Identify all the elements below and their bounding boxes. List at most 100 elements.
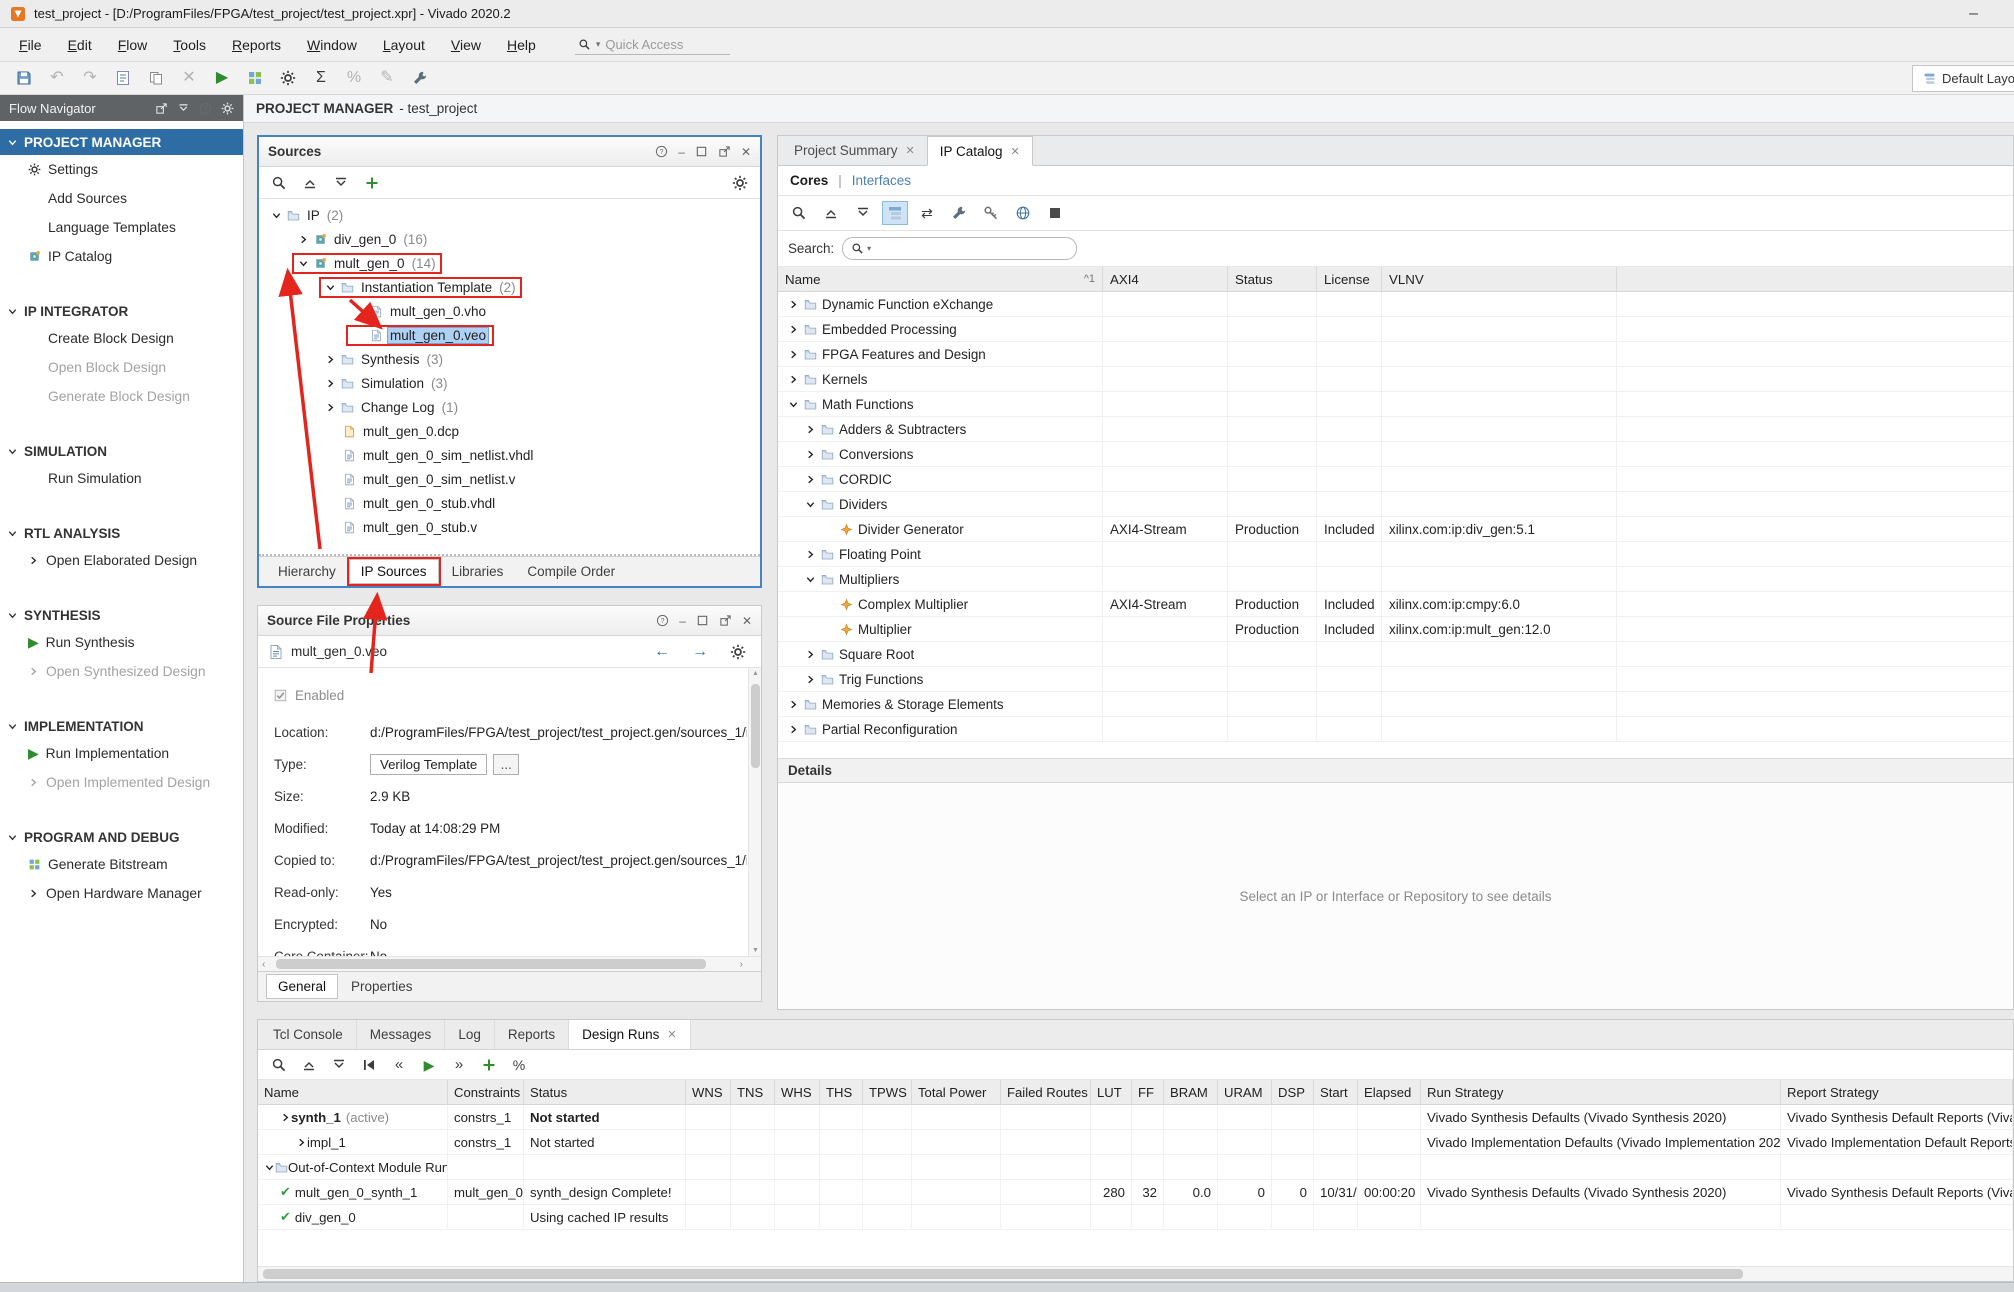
gear-button[interactable] — [276, 66, 300, 90]
gear-button[interactable] — [725, 640, 751, 664]
flow-item-run-simulation[interactable]: Run Simulation — [0, 464, 243, 493]
column-header-name[interactable]: Name — [258, 1080, 448, 1104]
minimize-icon[interactable]: – — [678, 145, 685, 159]
gear-button[interactable] — [727, 171, 753, 195]
menu-file[interactable]: File — [6, 32, 55, 58]
sum-button[interactable]: Σ — [309, 66, 333, 90]
edit-button[interactable]: ✎ — [375, 66, 399, 90]
vertical-scrollbar[interactable]: ▲ ▼ — [748, 668, 761, 956]
help-icon[interactable]: ? — [2005, 1020, 2013, 1049]
close-icon[interactable]: ✕ — [742, 614, 752, 628]
tree-item-simulation[interactable]: Simulation(3) — [259, 371, 760, 395]
tree-item-mult-gen-0-veo[interactable]: mult_gen_0.veo — [259, 323, 760, 347]
catalog-row-conversions[interactable]: Conversions — [778, 442, 2013, 467]
tree-item-change-log[interactable]: Change Log(1) — [259, 395, 760, 419]
catalog-row-embedded-processing[interactable]: Embedded Processing — [778, 317, 2013, 342]
flow-section-header-program-and-debug[interactable]: PROGRAM AND DEBUG — [0, 824, 243, 850]
catalog-row-partial-reconfiguration[interactable]: Partial Reconfiguration — [778, 717, 2013, 742]
run-row-div-gen-0[interactable]: ✔div_gen_0Using cached IP results — [258, 1205, 2013, 1230]
flow-item-ip-catalog[interactable]: IP Catalog — [0, 242, 243, 271]
float-icon[interactable] — [719, 614, 732, 627]
key-button[interactable] — [978, 201, 1004, 225]
flow-item-add-sources[interactable]: Add Sources — [0, 184, 243, 213]
column-header-ff[interactable]: FF — [1132, 1080, 1164, 1104]
catalog-row-kernels[interactable]: Kernels — [778, 367, 2013, 392]
flow-item-create-block-design[interactable]: Create Block Design — [0, 324, 243, 353]
expand-all-button[interactable] — [850, 201, 876, 225]
column-header-status[interactable]: Status — [524, 1080, 686, 1104]
help-icon[interactable]: ? — [199, 102, 212, 115]
scroll-left-icon[interactable]: ‹ — [262, 957, 265, 972]
catalog-row-floating-point[interactable]: Floating Point — [778, 542, 2013, 567]
tree-item-ip[interactable]: IP(2) — [259, 203, 760, 227]
catalog-row-dynamic-function-exchange[interactable]: Dynamic Function eXchange — [778, 292, 2013, 317]
stop-button[interactable] — [1042, 201, 1068, 225]
catalog-row-complex-multiplier[interactable]: Complex MultiplierAXI4-StreamProductionI… — [778, 592, 2013, 617]
column-header-total-power[interactable]: Total Power — [912, 1080, 1001, 1104]
maximize-icon[interactable] — [696, 614, 709, 627]
search-button[interactable] — [266, 171, 292, 195]
scrollbar-thumb[interactable] — [751, 684, 760, 768]
tree-item-mult-gen-0-vho[interactable]: mult_gen_0.vho — [259, 299, 760, 323]
forward-button[interactable]: → — [687, 640, 713, 664]
help-icon[interactable]: ? — [656, 614, 669, 627]
flow-item-settings[interactable]: Settings — [0, 155, 243, 184]
run-row-impl-1[interactable]: impl_1constrs_1Not startedVivado Impleme… — [258, 1130, 2013, 1155]
report-button[interactable] — [111, 66, 135, 90]
column-header-run-strategy[interactable]: Run Strategy — [1421, 1080, 1781, 1104]
run-row-out-of-context-module-runs[interactable]: Out-of-Context Module Runs — [258, 1155, 2013, 1180]
refresh-button[interactable]: ⇄ — [914, 201, 940, 225]
sources-panel-titlebar[interactable]: Sources ?–✕ — [259, 137, 760, 167]
column-header-dsp[interactable]: DSP — [1272, 1080, 1314, 1104]
plus-button[interactable] — [359, 171, 385, 195]
flow-section-header-ip-integrator[interactable]: IP INTEGRATOR — [0, 298, 243, 324]
menu-view[interactable]: View — [438, 32, 494, 58]
flow-section-header-implementation[interactable]: IMPLEMENTATION — [0, 713, 243, 739]
goto-start-button[interactable] — [356, 1053, 382, 1077]
catalog-row-trig-functions[interactable]: Trig Functions — [778, 667, 2013, 692]
column-header-uram[interactable]: URAM — [1218, 1080, 1272, 1104]
close-tab-icon[interactable]: ✕ — [906, 144, 915, 157]
close-icon[interactable]: ✕ — [741, 145, 751, 159]
flow-item-open-hardware-manager[interactable]: Open Hardware Manager — [0, 879, 243, 908]
maximize-icon[interactable] — [695, 145, 708, 158]
flow-section-header-synthesis[interactable]: SYNTHESIS — [0, 602, 243, 628]
catalog-row-dividers[interactable]: Dividers — [778, 492, 2013, 517]
catalog-row-square-root[interactable]: Square Root — [778, 642, 2013, 667]
catalog-search-input[interactable]: ▾ — [842, 237, 1077, 260]
tree-item-mult-gen-0-sim-netlist-vhdl[interactable]: mult_gen_0_sim_netlist.vhdl — [259, 443, 760, 467]
scroll-down-icon[interactable]: ▼ — [751, 947, 760, 954]
column-header-constraints[interactable]: Constraints — [448, 1080, 524, 1104]
tab-libraries[interactable]: Libraries — [441, 560, 515, 583]
tree-item-mult-gen-0-stub-v[interactable]: mult_gen_0_stub.v — [259, 515, 760, 539]
run-row-synth-1[interactable]: synth_1(active)constrs_1Not startedVivad… — [258, 1105, 2013, 1130]
column-header-ths[interactable]: THS — [820, 1080, 863, 1104]
tree-item-div-gen-0[interactable]: div_gen_0(16) — [259, 227, 760, 251]
tab-compile-order[interactable]: Compile Order — [516, 560, 626, 583]
quick-access-search[interactable]: ▾ Quick Access — [575, 35, 730, 55]
step-back-button[interactable]: « — [386, 1053, 412, 1077]
delete-button[interactable]: ✕ — [177, 66, 201, 90]
menu-window[interactable]: Window — [294, 32, 370, 58]
catalog-row-adders-subtracters[interactable]: Adders & Subtracters — [778, 417, 2013, 442]
collapse-all-button[interactable] — [818, 201, 844, 225]
column-header-license[interactable]: License — [1317, 267, 1382, 291]
search-button[interactable] — [266, 1053, 292, 1077]
catalog-row-multipliers[interactable]: Multipliers — [778, 567, 2013, 592]
tab-hierarchy[interactable]: Hierarchy — [267, 560, 347, 583]
menu-flow[interactable]: Flow — [105, 32, 161, 58]
copy-button[interactable] — [144, 66, 168, 90]
flow-section-header-rtl-analysis[interactable]: RTL ANALYSIS — [0, 520, 243, 546]
column-header-tpws[interactable]: TPWS — [863, 1080, 912, 1104]
expand-all-icon[interactable] — [177, 102, 190, 115]
column-header-failed-routes[interactable]: Failed Routes — [1001, 1080, 1091, 1104]
column-header-name[interactable]: Name^1 — [778, 267, 1103, 291]
column-header-elapsed[interactable]: Elapsed — [1358, 1080, 1421, 1104]
scroll-right-icon[interactable]: › — [740, 957, 743, 972]
flow-item-generate-block-design[interactable]: Generate Block Design — [0, 382, 243, 411]
flow-item-run-synthesis[interactable]: ▶Run Synthesis — [0, 628, 243, 657]
flow-item-open-implemented-design[interactable]: Open Implemented Design — [0, 768, 243, 797]
column-header-vlnv[interactable]: VLNV — [1382, 267, 1617, 291]
column-header-tns[interactable]: TNS — [731, 1080, 775, 1104]
flow-item-run-implementation[interactable]: ▶Run Implementation — [0, 739, 243, 768]
